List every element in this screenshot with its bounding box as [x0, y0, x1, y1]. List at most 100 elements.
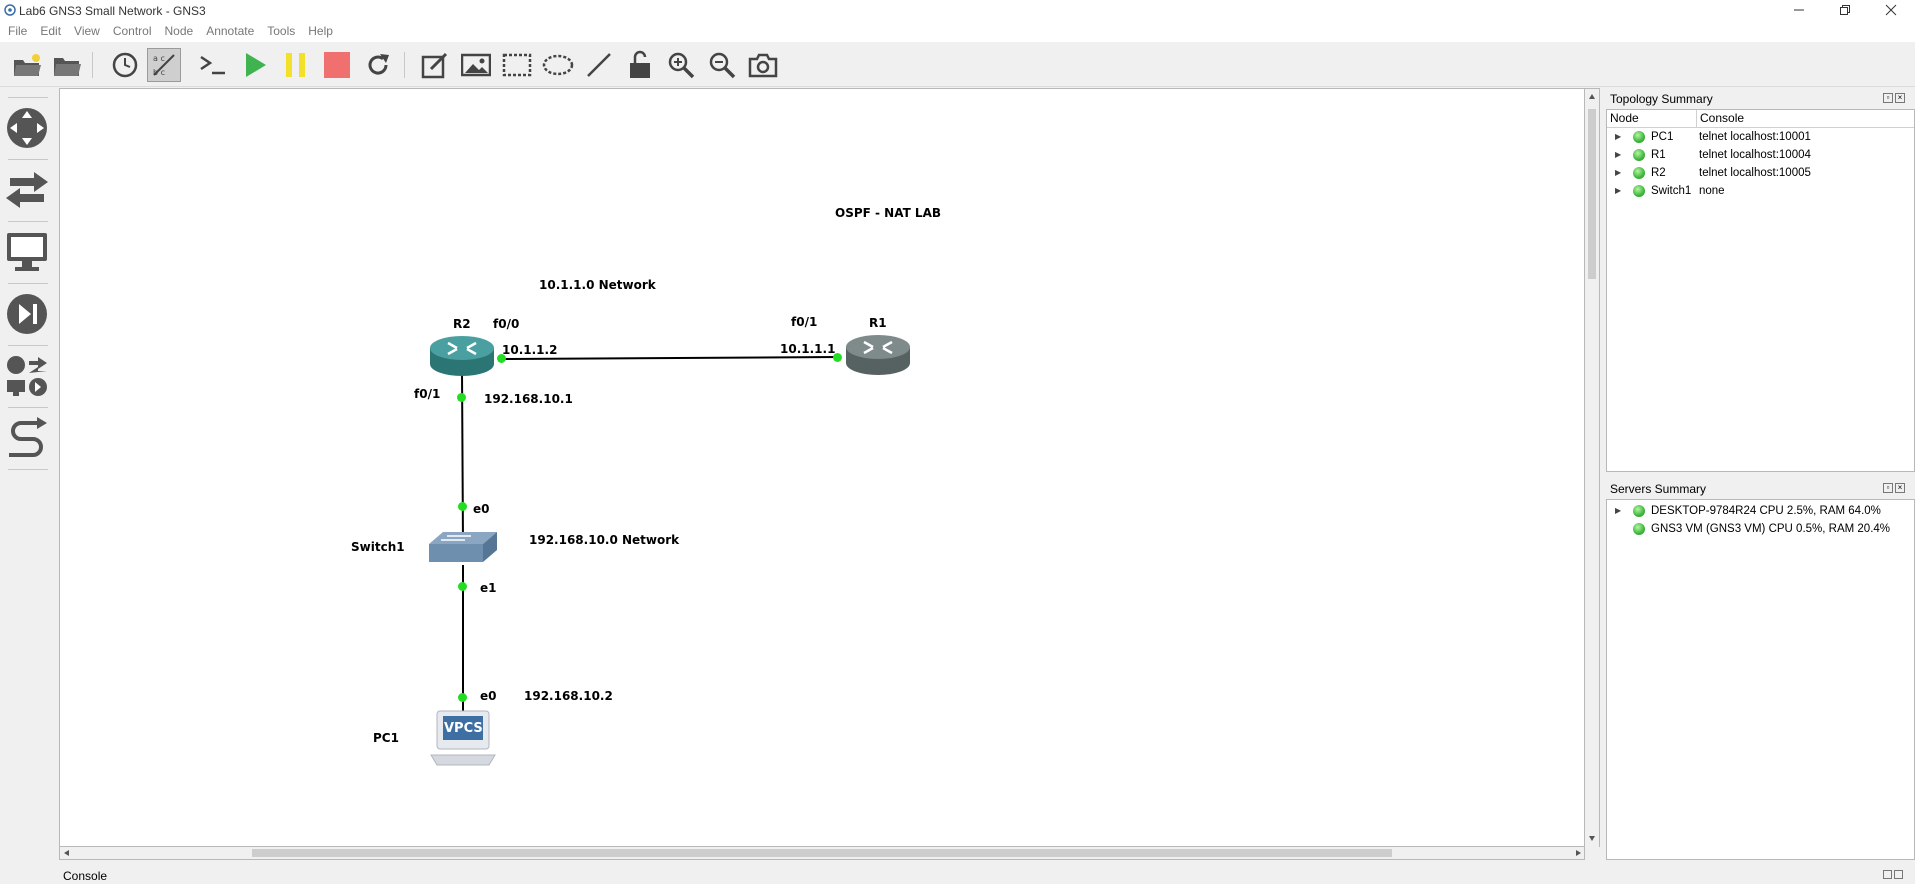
- scroll-up-icon[interactable]: [1588, 93, 1596, 101]
- snapshot-clock-icon: [112, 52, 138, 78]
- pc1-e0-port-label[interactable]: e0: [480, 689, 497, 703]
- console-all-button[interactable]: [196, 48, 230, 82]
- dock-separator: [8, 221, 48, 222]
- close-icon: [1885, 4, 1897, 16]
- add-link-button[interactable]: [3, 414, 51, 462]
- r1-f01-ip-label[interactable]: 10.1.1.1: [780, 342, 835, 356]
- browse-routers-button[interactable]: [3, 104, 51, 152]
- show-interface-labels-button[interactable]: a cb c: [147, 48, 181, 82]
- reload-all-button[interactable]: [361, 48, 395, 82]
- tree-row[interactable]: ▶ R1 telnet localhost:10004: [1607, 146, 1914, 164]
- draw-line-button[interactable]: [582, 48, 616, 82]
- zoom-out-button[interactable]: [705, 48, 739, 82]
- menu-help[interactable]: Help: [300, 22, 338, 38]
- topology-title-note[interactable]: OSPF - NAT LAB: [835, 206, 941, 220]
- column-header-console[interactable]: Console: [1697, 110, 1914, 127]
- pc1-node[interactable]: VPCS: [429, 709, 497, 767]
- r2-f00-port-label[interactable]: f0/0: [493, 317, 519, 331]
- maximize-button[interactable]: [1822, 0, 1868, 22]
- link-r2-r1[interactable]: [500, 356, 840, 360]
- draw-ellipse-button[interactable]: [541, 48, 575, 82]
- screenshot-button[interactable]: [746, 48, 780, 82]
- switch1-e1-port-label[interactable]: e1: [480, 581, 497, 595]
- node-console: none: [1699, 185, 1725, 197]
- scroll-right-icon[interactable]: [1574, 849, 1582, 857]
- close-button[interactable]: [1868, 0, 1914, 22]
- r2-f01-port-label[interactable]: f0/1: [414, 387, 440, 401]
- scroll-left-icon[interactable]: [63, 849, 71, 857]
- browse-all-devices-button[interactable]: [3, 352, 51, 400]
- draw-rectangle-button[interactable]: [500, 48, 534, 82]
- expand-arrow-icon[interactable]: ▶: [1615, 186, 1621, 195]
- menu-annotate[interactable]: Annotate: [198, 22, 259, 38]
- close-dock-button[interactable]: ×: [1895, 93, 1905, 103]
- r1-f01-port-label[interactable]: f0/1: [791, 315, 817, 329]
- column-header-node[interactable]: Node: [1607, 110, 1697, 127]
- network2-note[interactable]: 192.168.10.0 Network: [529, 533, 679, 547]
- open-folder-button[interactable]: [50, 48, 84, 82]
- menu-tools[interactable]: Tools: [259, 22, 300, 38]
- add-note-button[interactable]: [418, 48, 452, 82]
- close-dock-button[interactable]: ×: [1895, 483, 1905, 493]
- router-r1-node[interactable]: [844, 333, 912, 379]
- float-dock-button[interactable]: [1883, 870, 1892, 879]
- node-name: R1: [1651, 149, 1666, 161]
- menu-control[interactable]: Control: [105, 22, 157, 38]
- r2-f01-ip-label[interactable]: 192.168.10.1: [484, 392, 573, 406]
- browse-switches-button[interactable]: [3, 166, 51, 214]
- expand-arrow-icon[interactable]: ▶: [1615, 132, 1621, 141]
- float-dock-button[interactable]: ▫: [1883, 483, 1893, 493]
- snapshot-button[interactable]: [108, 48, 142, 82]
- open-project-button[interactable]: [10, 48, 44, 82]
- server-row[interactable]: GNS3 VM (GNS3 VM) CPU 0.5%, RAM 20.4%: [1607, 520, 1914, 538]
- suspend-all-icon: [286, 53, 305, 77]
- browse-end-devices-icon: [7, 233, 47, 271]
- menu-file[interactable]: File: [0, 22, 32, 38]
- network1-note[interactable]: 10.1.1.0 Network: [539, 278, 656, 292]
- menu-node[interactable]: Node: [157, 22, 199, 38]
- vertical-scroll-thumb[interactable]: [1588, 109, 1596, 279]
- switch1-e0-port-label[interactable]: e0: [473, 502, 490, 516]
- toolbar-separator: [92, 52, 93, 78]
- device-dock: [0, 88, 56, 866]
- tree-row[interactable]: ▶ Switch1 none: [1607, 182, 1914, 200]
- topology-canvas[interactable]: OSPF - NAT LAB 10.1.1.0 Network 192.168.…: [59, 88, 1585, 847]
- canvas-vertical-scrollbar[interactable]: [1585, 88, 1600, 847]
- lock-button[interactable]: [623, 48, 657, 82]
- close-dock-button[interactable]: [1894, 870, 1903, 879]
- switch1-node[interactable]: [427, 528, 499, 566]
- browse-end-devices-button[interactable]: [3, 228, 51, 276]
- node-name: R2: [1651, 167, 1666, 179]
- draw-line-icon: [587, 53, 611, 77]
- pc1-label: PC1: [373, 731, 399, 745]
- expand-arrow-icon[interactable]: ▶: [1615, 150, 1621, 159]
- node-status-icon: [1633, 149, 1645, 161]
- menu-view[interactable]: View: [66, 22, 105, 38]
- pc1-e0-ip-label[interactable]: 192.168.10.2: [524, 689, 613, 703]
- tree-row[interactable]: ▶ PC1 telnet localhost:10001: [1607, 128, 1914, 146]
- topology-summary-tree: Node Console ▶ PC1 telnet localhost:1000…: [1606, 109, 1915, 472]
- servers-summary-dock: Servers Summary ▫ × ▶ DESKTOP-9784R24 CP…: [1606, 480, 1915, 862]
- start-all-button[interactable]: [238, 48, 272, 82]
- router-r2-node[interactable]: [428, 334, 496, 380]
- server-row[interactable]: ▶ DESKTOP-9784R24 CPU 2.5%, RAM 64.0%: [1607, 502, 1914, 520]
- menu-edit[interactable]: Edit: [32, 22, 66, 38]
- r2-f00-ip-label[interactable]: 10.1.1.2: [502, 343, 557, 357]
- tree-row[interactable]: ▶ R2 telnet localhost:10005: [1607, 164, 1914, 182]
- canvas-horizontal-scrollbar[interactable]: [59, 847, 1585, 860]
- console-title[interactable]: Console: [63, 869, 107, 883]
- float-icon: ▫: [1886, 93, 1890, 102]
- scroll-down-icon[interactable]: [1588, 834, 1596, 842]
- minimize-button[interactable]: [1776, 0, 1822, 22]
- suspend-all-button[interactable]: [279, 48, 313, 82]
- expand-arrow-icon[interactable]: ▶: [1615, 506, 1621, 515]
- float-dock-button[interactable]: ▫: [1883, 93, 1893, 103]
- insert-picture-button[interactable]: [459, 48, 493, 82]
- zoom-in-button[interactable]: [664, 48, 698, 82]
- screenshot-icon: [748, 53, 778, 78]
- stop-all-button[interactable]: [320, 48, 354, 82]
- browse-security-devices-button[interactable]: [3, 290, 51, 338]
- expand-arrow-icon[interactable]: ▶: [1615, 168, 1621, 177]
- link-status-indicator: [458, 502, 467, 511]
- horizontal-scroll-thumb[interactable]: [252, 849, 1392, 857]
